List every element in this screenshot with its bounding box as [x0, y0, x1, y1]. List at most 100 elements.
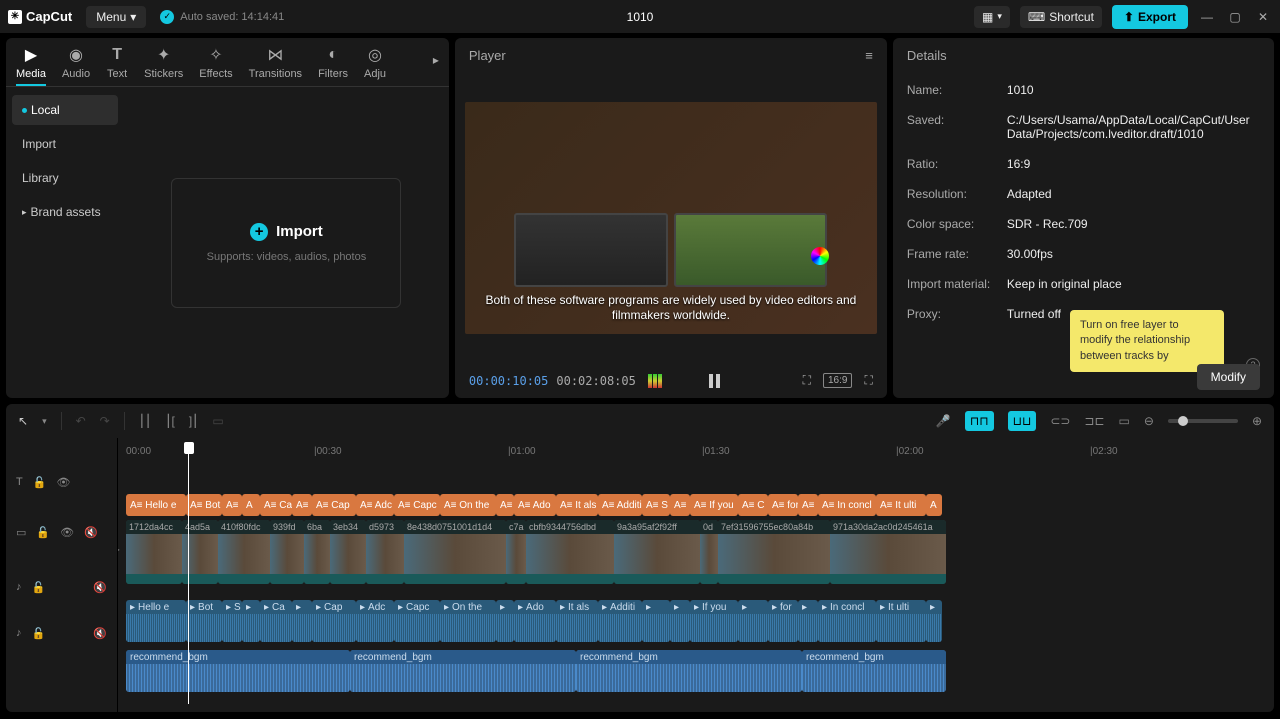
text-clip[interactable]: A≡ In concl — [818, 494, 876, 516]
text-clip[interactable]: A≡ It ulti — [876, 494, 926, 516]
tab-stickers[interactable]: ✦ Stickers — [144, 44, 183, 86]
timeline-ruler[interactable]: 00:00 |00:30 |01:00 |01:30 |02:00 |02:30 — [118, 438, 1274, 464]
video-clip[interactable]: c7a — [506, 520, 526, 584]
zoom-in-button[interactable]: ⊕ — [1252, 414, 1262, 428]
shortcut-button[interactable]: ⌨ Shortcut — [1020, 6, 1102, 28]
text-clip[interactable]: A≡ Hello e — [126, 494, 186, 516]
player-viewport[interactable]: Both of these software programs are wide… — [465, 102, 877, 334]
auto-snap[interactable]: ⊔⊔ — [1008, 411, 1037, 431]
more-tabs-button[interactable]: ▸ — [433, 53, 439, 77]
audio-clip[interactable]: ▸If you — [690, 600, 738, 642]
preview-axis[interactable]: ▭ — [1119, 414, 1130, 428]
text-clip[interactable]: A≡ Capc — [394, 494, 440, 516]
text-clip[interactable]: A≡ If you — [690, 494, 738, 516]
audio-clip[interactable]: ▸Ca — [260, 600, 292, 642]
redo-button[interactable]: ↷ — [100, 414, 110, 428]
menu-button[interactable]: Menu ▾ — [86, 6, 146, 28]
undo-button[interactable]: ↶ — [76, 414, 86, 428]
sidebar-item-library[interactable]: Library — [12, 163, 118, 193]
audio-track-icon[interactable]: ♪ — [16, 581, 22, 593]
audio-clip[interactable]: ▸Bot — [186, 600, 222, 642]
audio-clip[interactable]: ▸It ulti — [876, 600, 926, 642]
delete-button[interactable]: ▭ — [212, 414, 223, 428]
split-button[interactable]: ⎮⎮ — [139, 414, 152, 428]
text-track-icon[interactable]: T — [16, 476, 23, 488]
text-clip[interactable]: A≡ Adc — [356, 494, 394, 516]
text-clip[interactable]: A≡ — [292, 494, 312, 516]
tab-transitions[interactable]: ⋈ Transitions — [249, 44, 302, 86]
layout-button[interactable]: ▦ ▾ — [974, 6, 1010, 28]
audio bgm-clip[interactable]: recommend_bgm — [350, 650, 576, 692]
video-clip[interactable]: 0d — [700, 520, 718, 584]
text-clip[interactable]: A≡ Additi — [598, 494, 642, 516]
mute-icon[interactable]: 🔇 — [93, 581, 107, 594]
video-clip[interactable]: 8e438d0751001d1d4 — [404, 520, 506, 584]
text-clip[interactable]: A≡ — [496, 494, 514, 516]
audio-clip[interactable]: ▸ — [496, 600, 514, 642]
sidebar-item-import[interactable]: Import — [12, 129, 118, 159]
tab-effects[interactable]: ✧ Effects — [199, 44, 232, 86]
text-clip[interactable]: A — [242, 494, 260, 516]
eye-icon[interactable]: 👁 — [60, 526, 74, 539]
text-clip[interactable]: A≡ Cap — [312, 494, 356, 516]
audio-clip[interactable]: ▸ — [738, 600, 768, 642]
select-tool[interactable]: ↖ — [18, 414, 28, 428]
video-clip[interactable]: 1712da4cc — [126, 520, 182, 584]
sidebar-item-brand[interactable]: ▸ Brand assets — [12, 197, 118, 227]
video-clip[interactable]: 3eb34 — [330, 520, 366, 584]
sidebar-item-local[interactable]: Local — [12, 95, 118, 125]
lock-icon[interactable]: 🔓 — [33, 476, 47, 489]
tab-adjust[interactable]: ◎ Adju — [364, 44, 386, 86]
import-dropzone[interactable]: + Import Supports: videos, audios, photo… — [171, 178, 401, 308]
maximize-button[interactable]: ▢ — [1226, 8, 1244, 26]
text-clip[interactable]: A≡ — [670, 494, 690, 516]
link-button[interactable]: ⊂⊃ — [1050, 414, 1070, 428]
tab-filters[interactable]: ◐ Filters — [318, 44, 348, 86]
video-clip[interactable]: cbfb9344756dbd — [526, 520, 614, 584]
tab-audio[interactable]: ◉ Audio — [62, 44, 90, 86]
player-menu-button[interactable]: ≡ — [865, 48, 873, 63]
audio-clip[interactable]: ▸S — [222, 600, 242, 642]
zoom-slider[interactable] — [1168, 419, 1238, 423]
audio bgm-clip[interactable]: recommend_bgm — [126, 650, 350, 692]
video-clip[interactable]: 6ba — [304, 520, 330, 584]
text-clip[interactable]: A≡ Ca — [260, 494, 292, 516]
audio-clip[interactable]: ▸ — [242, 600, 260, 642]
text-clip[interactable]: A≡ Ado — [514, 494, 556, 516]
tab-text[interactable]: T Text — [106, 44, 128, 86]
tab-media[interactable]: ▶ Media — [16, 44, 46, 86]
audio-clip[interactable]: ▸Cap — [312, 600, 356, 642]
split-left-button[interactable]: ⎮[ — [165, 414, 175, 428]
audio-clip[interactable]: ▸Capc — [394, 600, 440, 642]
audio-clip[interactable]: ▸Hello e — [126, 600, 186, 642]
text-clip[interactable]: A≡ for — [768, 494, 798, 516]
record-button[interactable]: 🎤 — [936, 414, 951, 428]
audio-clip[interactable]: ▸Ado — [514, 600, 556, 642]
modify-button[interactable]: Modify — [1197, 364, 1260, 390]
video-clip[interactable]: 7ef31596755ec80a84b — [718, 520, 830, 584]
text-clip[interactable]: A≡ It als — [556, 494, 598, 516]
text-clip[interactable]: A≡ S — [642, 494, 670, 516]
lock-icon[interactable]: 🔓 — [32, 627, 46, 640]
audio-clip[interactable]: ▸Adc — [356, 600, 394, 642]
fullscreen-button[interactable]: ⛶ — [864, 373, 872, 388]
audio-clip[interactable]: ▸In concl — [818, 600, 876, 642]
audio-clip[interactable]: ▸Additi — [598, 600, 642, 642]
video-clip[interactable]: 9a3a95af2f92ff — [614, 520, 700, 584]
lock-icon[interactable]: 🔓 — [36, 526, 50, 539]
minimize-button[interactable]: — — [1198, 8, 1216, 26]
text-clip[interactable]: A≡ — [222, 494, 242, 516]
video-track-icon[interactable]: ▭ — [16, 526, 26, 539]
zoom-out-button[interactable]: ⊖ — [1144, 414, 1154, 428]
pause-button[interactable] — [705, 374, 725, 388]
lock-icon[interactable]: 🔓 — [32, 581, 46, 594]
text-clip[interactable]: A≡ — [798, 494, 818, 516]
close-button[interactable]: ✕ — [1254, 8, 1272, 26]
text-clip[interactable]: A≡ Bot — [186, 494, 222, 516]
audio bgm-clip[interactable]: recommend_bgm — [802, 650, 946, 692]
text-clip[interactable]: A≡ C — [738, 494, 768, 516]
audio bgm-clip[interactable]: recommend_bgm — [576, 650, 802, 692]
audio-track-icon[interactable]: ♪ — [16, 627, 22, 639]
align-button[interactable]: ⊐⊏ — [1084, 414, 1104, 428]
audio-clip[interactable]: ▸On the — [440, 600, 496, 642]
